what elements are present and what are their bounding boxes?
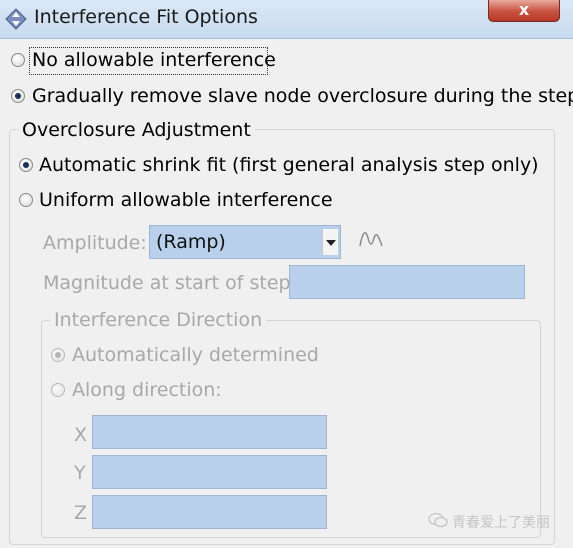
radio-automatic-shrink-fit[interactable] bbox=[19, 158, 33, 172]
amplitude-select[interactable]: (Ramp) bbox=[149, 225, 341, 259]
chat-bubble-icon bbox=[428, 512, 448, 528]
title-bar: Interference Fit Options x bbox=[0, 0, 573, 39]
x-input[interactable] bbox=[92, 415, 327, 449]
chevron-down-icon[interactable] bbox=[322, 229, 338, 255]
radio-gradually-remove-overclosure[interactable] bbox=[11, 89, 25, 103]
radio-no-allowable-interference[interactable] bbox=[11, 53, 25, 67]
label-no-allowable-interference[interactable]: No allowable interference bbox=[32, 49, 276, 71]
amplitude-label: Amplitude: bbox=[43, 232, 147, 254]
label-uniform-allowable-interference[interactable]: Uniform allowable interference bbox=[39, 189, 333, 211]
magnitude-input[interactable] bbox=[289, 265, 525, 299]
close-button[interactable]: x bbox=[488, 0, 560, 22]
label-automatic-shrink-fit[interactable]: Automatic shrink fit (first general anal… bbox=[39, 154, 539, 176]
radio-uniform-allowable-interference[interactable] bbox=[19, 193, 33, 207]
x-label: X bbox=[74, 424, 88, 446]
interference-direction-legend: Interference Direction bbox=[50, 309, 267, 331]
label-gradually-remove-overclosure[interactable]: Gradually remove slave node overclosure … bbox=[32, 85, 573, 107]
radio-automatically-determined[interactable] bbox=[51, 348, 65, 362]
wave-icon[interactable] bbox=[358, 228, 384, 250]
window-title: Interference Fit Options bbox=[34, 6, 258, 28]
diamond-arrows-icon bbox=[5, 8, 27, 30]
z-input[interactable] bbox=[92, 495, 327, 529]
y-input[interactable] bbox=[92, 455, 327, 489]
watermark-text: 青春爱上了美丽 bbox=[452, 515, 550, 531]
radio-along-direction[interactable] bbox=[51, 383, 65, 397]
y-label: Y bbox=[74, 462, 86, 484]
amplitude-value: (Ramp) bbox=[156, 231, 226, 253]
z-label: Z bbox=[74, 502, 88, 524]
magnitude-label: Magnitude at start of step: bbox=[43, 272, 297, 294]
label-automatically-determined[interactable]: Automatically determined bbox=[72, 344, 319, 366]
close-icon: x bbox=[518, 0, 530, 19]
overclosure-adjustment-legend: Overclosure Adjustment bbox=[18, 119, 255, 141]
label-along-direction[interactable]: Along direction: bbox=[72, 379, 222, 401]
